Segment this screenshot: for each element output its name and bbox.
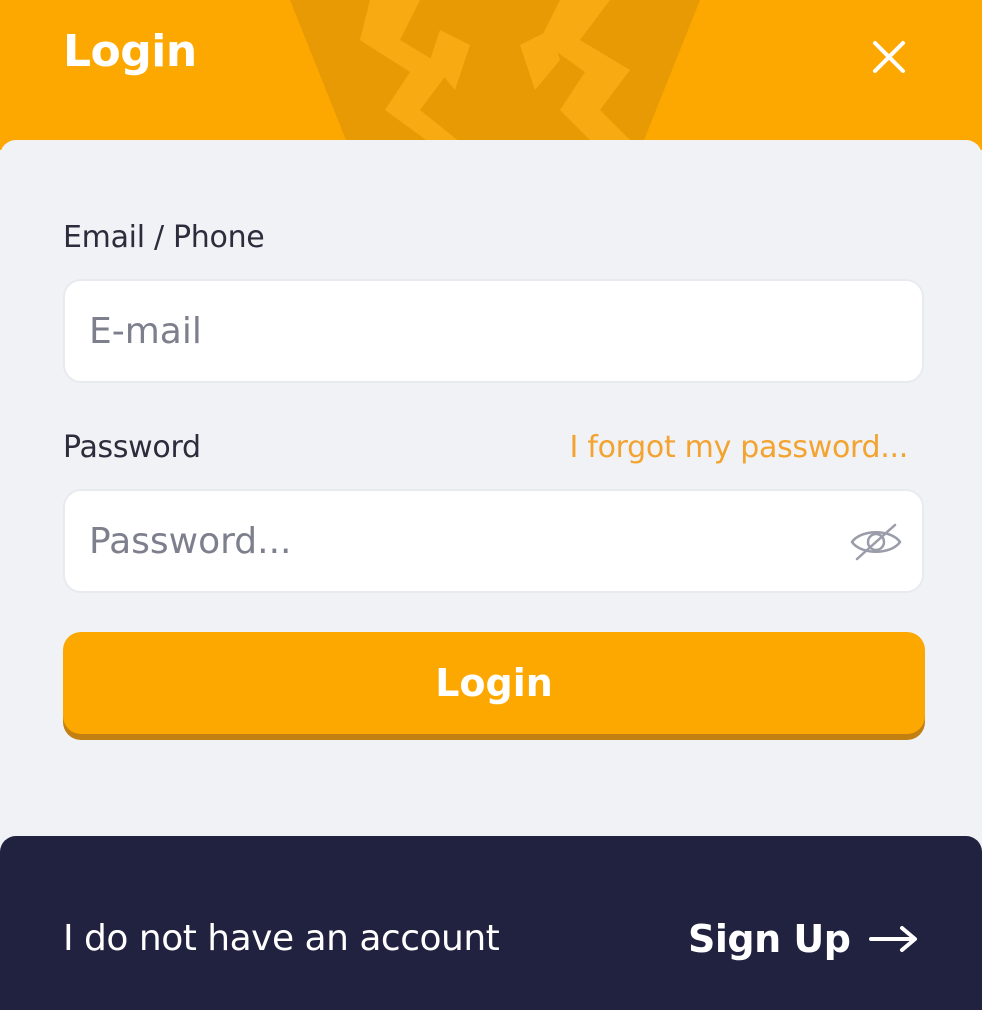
email-input[interactable] [89,281,829,381]
email-field-container [63,279,924,383]
password-label: Password [63,430,201,465]
modal-header: Login [0,0,982,150]
login-button[interactable]: Login [63,632,925,734]
signup-footer: I do not have an account Sign Up [0,836,982,1010]
signup-label: Sign Up [688,917,851,961]
email-label: Email / Phone [63,220,265,255]
password-input[interactable] [89,491,829,591]
close-icon[interactable] [864,32,914,82]
password-field-container [63,489,924,593]
arrow-right-icon [869,926,918,952]
login-modal: Login Email / Phone Password I forgot my… [0,0,982,1010]
forgot-password-link[interactable]: I forgot my password... [570,430,909,465]
signup-link[interactable]: Sign Up [688,914,920,964]
no-account-text: I do not have an account [63,918,500,959]
modal-title: Login [63,26,197,77]
eye-slash-icon[interactable] [849,521,903,563]
